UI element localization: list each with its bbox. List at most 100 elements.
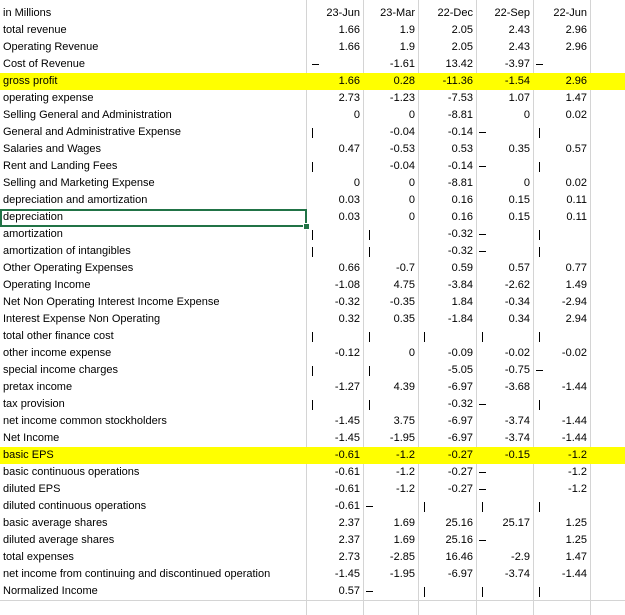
row-label-cell[interactable]: total expenses <box>3 549 303 566</box>
value-cell[interactable]: 0.57 <box>306 583 360 600</box>
value-cell[interactable]: 0 <box>476 107 530 124</box>
value-cell[interactable]: -1.54 <box>476 73 530 90</box>
value-cell[interactable]: -0.61 <box>306 447 360 464</box>
value-cell[interactable]: -3.74 <box>476 430 530 447</box>
value-cell[interactable]: -0.04 <box>363 158 415 175</box>
value-cell[interactable]: -1.23 <box>363 90 415 107</box>
value-cell[interactable]: -8.81 <box>418 175 473 192</box>
row-label-cell[interactable]: Other Operating Expenses <box>3 260 303 277</box>
value-cell[interactable]: -6.97 <box>418 430 473 447</box>
value-cell[interactable]: -6.97 <box>418 413 473 430</box>
value-cell[interactable]: 0.32 <box>306 311 360 328</box>
value-cell[interactable]: 0.16 <box>418 209 473 226</box>
header-label-cell[interactable]: in Millions <box>3 5 303 22</box>
value-cell[interactable]: -1.08 <box>306 277 360 294</box>
value-cell[interactable]: 1.07 <box>476 90 530 107</box>
row-label-cell[interactable]: total revenue <box>3 22 303 39</box>
value-cell[interactable]: 0.15 <box>476 192 530 209</box>
value-cell[interactable]: -1.44 <box>533 566 587 583</box>
value-cell[interactable]: 1.66 <box>306 73 360 90</box>
value-cell[interactable]: -0.32 <box>418 396 473 413</box>
value-cell[interactable]: 4.39 <box>363 379 415 396</box>
value-cell[interactable]: -11.36 <box>418 73 473 90</box>
value-cell[interactable]: -0.02 <box>476 345 530 362</box>
spreadsheet[interactable]: in Millions 23-Jun 23-Mar 22-Dec 22-Sep 22-Ju… <box>0 0 625 615</box>
value-cell[interactable]: 0.66 <box>306 260 360 277</box>
value-cell[interactable]: -2.94 <box>533 294 587 311</box>
value-cell[interactable]: 0 <box>363 107 415 124</box>
value-cell[interactable] <box>306 396 360 413</box>
value-cell[interactable]: 2.94 <box>533 311 587 328</box>
value-cell[interactable]: 1.47 <box>533 90 587 107</box>
value-cell[interactable]: -0.02 <box>533 345 587 362</box>
value-cell[interactable]: 2.37 <box>306 515 360 532</box>
column-header-cell[interactable]: 22-Sep <box>476 5 530 22</box>
value-cell[interactable]: 0.03 <box>306 209 360 226</box>
value-cell[interactable] <box>533 124 587 141</box>
value-cell[interactable] <box>533 328 587 345</box>
value-cell[interactable]: 0.57 <box>533 141 587 158</box>
selected-cell-outline[interactable] <box>0 209 307 227</box>
value-cell[interactable]: -1.2 <box>533 447 587 464</box>
value-cell[interactable]: -2.85 <box>363 549 415 566</box>
value-cell[interactable]: 4.75 <box>363 277 415 294</box>
value-cell[interactable] <box>418 583 473 600</box>
value-cell[interactable]: -0.35 <box>363 294 415 311</box>
value-cell[interactable]: -2.9 <box>476 549 530 566</box>
value-cell[interactable]: 0 <box>476 175 530 192</box>
value-cell[interactable]: -3.74 <box>476 566 530 583</box>
value-cell[interactable]: 2.43 <box>476 22 530 39</box>
value-cell[interactable]: 0.11 <box>533 192 587 209</box>
value-cell[interactable] <box>476 498 530 515</box>
value-cell[interactable]: -0.32 <box>418 226 473 243</box>
value-cell[interactable]: 13.42 <box>418 56 473 73</box>
value-cell[interactable]: -7.53 <box>418 90 473 107</box>
value-cell[interactable]: 25.16 <box>418 515 473 532</box>
value-cell[interactable]: -6.97 <box>418 379 473 396</box>
row-label-cell[interactable]: tax provision <box>3 396 303 413</box>
value-cell[interactable]: 2.73 <box>306 549 360 566</box>
value-cell[interactable]: -0.75 <box>476 362 530 379</box>
value-cell[interactable]: 2.43 <box>476 39 530 56</box>
row-label-cell[interactable]: Cost of Revenue <box>3 56 303 73</box>
value-cell[interactable] <box>476 328 530 345</box>
fill-handle[interactable] <box>303 223 310 230</box>
value-cell[interactable]: 2.05 <box>418 39 473 56</box>
value-cell[interactable]: 0.47 <box>306 141 360 158</box>
value-cell[interactable] <box>363 362 415 379</box>
value-cell[interactable]: -1.2 <box>363 464 415 481</box>
value-cell[interactable]: 2.05 <box>418 22 473 39</box>
value-cell[interactable]: 0.11 <box>533 209 587 226</box>
value-cell[interactable]: 0.35 <box>363 311 415 328</box>
value-cell[interactable]: -1.84 <box>418 311 473 328</box>
value-cell[interactable] <box>363 396 415 413</box>
value-cell[interactable]: -1.61 <box>363 56 415 73</box>
value-cell[interactable]: -0.27 <box>418 447 473 464</box>
row-label-cell[interactable]: Selling General and Administration <box>3 107 303 124</box>
value-cell[interactable]: 0.35 <box>476 141 530 158</box>
value-cell[interactable]: -1.2 <box>533 481 587 498</box>
value-cell[interactable] <box>306 124 360 141</box>
value-cell[interactable] <box>363 243 415 260</box>
row-label-cell[interactable]: Net Non Operating Interest Income Expens… <box>3 294 303 311</box>
value-cell[interactable]: -0.32 <box>418 243 473 260</box>
value-cell[interactable]: 0 <box>363 209 415 226</box>
value-cell[interactable]: 0.02 <box>533 175 587 192</box>
value-cell[interactable]: 16.46 <box>418 549 473 566</box>
value-cell[interactable]: 2.96 <box>533 22 587 39</box>
value-cell[interactable] <box>533 583 587 600</box>
value-cell[interactable] <box>363 226 415 243</box>
row-label-cell[interactable]: diluted EPS <box>3 481 303 498</box>
value-cell[interactable]: 0.02 <box>533 107 587 124</box>
value-cell[interactable] <box>533 396 587 413</box>
value-cell[interactable]: 1.9 <box>363 39 415 56</box>
row-label-cell[interactable]: diluted average shares <box>3 532 303 549</box>
value-cell[interactable]: -2.62 <box>476 277 530 294</box>
row-label-cell[interactable]: amortization <box>3 226 303 243</box>
value-cell[interactable]: 0.53 <box>418 141 473 158</box>
value-cell[interactable]: 1.84 <box>418 294 473 311</box>
row-label-cell[interactable]: basic average shares <box>3 515 303 532</box>
row-label-cell[interactable]: other income expense <box>3 345 303 362</box>
value-cell[interactable] <box>476 583 530 600</box>
value-cell[interactable]: 1.69 <box>363 515 415 532</box>
